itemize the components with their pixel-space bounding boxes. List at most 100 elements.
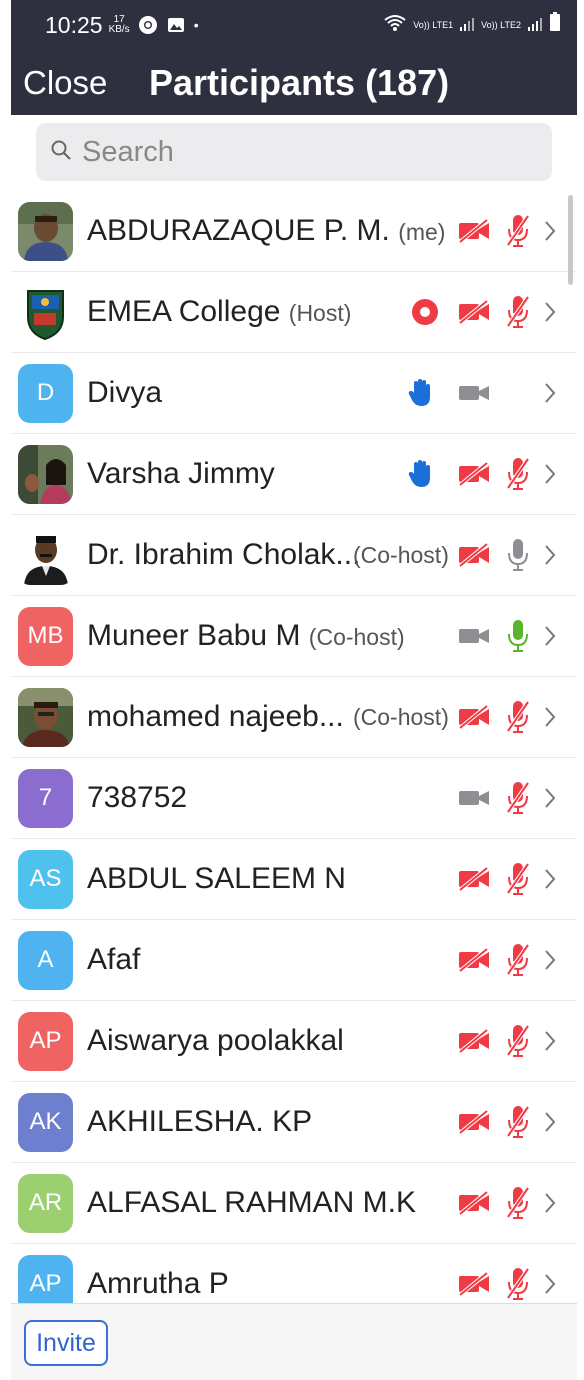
chevron-right-icon	[543, 1192, 557, 1214]
participant-name-text: Dr. Ibrahim Cholak...	[87, 538, 361, 571]
chevron-right-icon	[543, 1273, 557, 1295]
footer: Invite	[11, 1303, 577, 1380]
photo-avatar	[18, 525, 73, 585]
network-speed: 17 KB/s	[108, 14, 130, 35]
mic-muted-icon	[505, 294, 531, 330]
clock: 10:25	[45, 11, 103, 38]
search-input[interactable]	[82, 135, 502, 169]
chevron-right-icon	[543, 382, 557, 404]
video-off-icon	[457, 867, 491, 891]
participant-name: ABDUL SALEEM N	[87, 862, 346, 896]
zoom-participants-screen: 10:25 17 KB/s • Vo)) LTE1 Vo)) LTE2 Clos…	[11, 0, 577, 1380]
initials-avatar: AK	[18, 1092, 73, 1152]
participant-name-text: EMEA College	[87, 295, 281, 328]
participant-row[interactable]: mohamed najeeb... (Co-host)	[11, 677, 577, 758]
participant-name-text: Amrutha P	[87, 1267, 229, 1300]
participant-role: (Host)	[288, 300, 352, 326]
initials-avatar: AR	[18, 1173, 73, 1233]
chrome-icon	[138, 15, 158, 35]
participant-name: Afaf	[87, 943, 140, 977]
battery-icon	[549, 12, 561, 38]
search-box[interactable]	[36, 123, 552, 181]
chevron-right-icon	[543, 220, 557, 242]
raised-hand-icon	[407, 459, 433, 489]
participant-name: Aiswarya poolakkal	[87, 1024, 344, 1058]
participant-name-text: Varsha Jimmy	[87, 457, 275, 490]
chevron-right-icon	[543, 706, 557, 728]
page-title: Participants (187)	[149, 62, 450, 103]
status-bar: 10:25 17 KB/s • Vo)) LTE1 Vo)) LTE2	[11, 0, 577, 50]
participant-name-text: ABDUL SALEEM N	[87, 862, 346, 895]
scrollbar[interactable]	[568, 195, 573, 285]
video-off-icon	[457, 1029, 491, 1053]
search-icon	[50, 139, 72, 166]
video-off-icon	[457, 1191, 491, 1215]
participant-row[interactable]: Varsha Jimmy	[11, 434, 577, 515]
signal-icon	[459, 12, 475, 38]
photo-avatar	[18, 201, 73, 261]
participant-name-text: Aiswarya poolakkal	[87, 1024, 344, 1057]
photo-avatar	[18, 444, 73, 504]
participant-row[interactable]: AK AKHILESHA. KP	[11, 1082, 577, 1163]
participant-row[interactable]: AS ABDUL SALEEM N	[11, 839, 577, 920]
raised-hand-icon	[407, 378, 433, 408]
participant-name: AKHILESHA. KP	[87, 1105, 312, 1139]
sim1-label: Vo)) LTE1	[413, 19, 454, 30]
signal-icon	[527, 12, 543, 38]
initials-avatar: A	[18, 930, 73, 990]
initials-avatar: D	[18, 363, 73, 423]
participant-row[interactable]: EMEA College (Host)	[11, 272, 577, 353]
chevron-right-icon	[543, 949, 557, 971]
participant-row[interactable]: AR ALFASAL RAHMAN M.K	[11, 1163, 577, 1244]
participant-row[interactable]: A Afaf	[11, 920, 577, 1001]
video-off-icon	[457, 300, 491, 324]
gallery-icon	[166, 15, 186, 35]
participant-row[interactable]: D Divya	[11, 353, 577, 434]
participant-name: Varsha Jimmy	[87, 457, 275, 491]
header: Close Participants (187)	[11, 50, 577, 115]
video-off-icon	[457, 462, 491, 486]
participant-name: Amrutha P	[87, 1267, 229, 1301]
initials-avatar: MB	[18, 606, 73, 666]
chevron-right-icon	[543, 544, 557, 566]
mic-icon	[505, 537, 531, 573]
chevron-right-icon	[543, 868, 557, 890]
photo-avatar	[18, 687, 73, 747]
initials-avatar: 7	[18, 768, 73, 828]
participant-name: EMEA College (Host)	[87, 295, 351, 329]
mic-muted-icon	[505, 1185, 531, 1221]
participant-name-text: mohamed najeeb...	[87, 700, 344, 733]
status-right: Vo)) LTE1 Vo)) LTE2	[383, 12, 561, 38]
participant-name: Dr. Ibrahim Cholak...	[87, 538, 360, 572]
participant-name-text: Afaf	[87, 943, 141, 976]
participant-row[interactable]: Dr. Ibrahim Cholak... (Co-host)	[11, 515, 577, 596]
close-button[interactable]: Close	[23, 64, 107, 102]
participant-row[interactable]: AP Aiswarya poolakkal	[11, 1001, 577, 1082]
initials-avatar: AS	[18, 849, 73, 909]
participant-name-text: AKHILESHA. KP	[87, 1105, 313, 1138]
video-on-icon	[457, 786, 491, 810]
participant-name-text: Muneer Babu M	[87, 619, 301, 652]
mic-active-icon	[505, 618, 531, 654]
participant-name: Divya	[87, 376, 162, 410]
search-container	[11, 115, 577, 191]
mic-muted-icon	[505, 1104, 531, 1140]
video-off-icon	[457, 948, 491, 972]
mic-muted-icon	[505, 1023, 531, 1059]
participant-name: ALFASAL RAHMAN M.K	[87, 1186, 416, 1220]
mic-muted-icon	[505, 456, 531, 492]
sim2-label: Vo)) LTE2	[481, 19, 521, 30]
chevron-right-icon	[543, 301, 557, 323]
participant-row[interactable]: MB Muneer Babu M (Co-host)	[11, 596, 577, 677]
participant-role: (Co-host)	[353, 703, 449, 730]
video-on-icon	[457, 381, 491, 405]
participant-name-text: ALFASAL RAHMAN M.K	[87, 1186, 416, 1219]
invite-button[interactable]: Invite	[24, 1320, 108, 1366]
participant-role: (me)	[398, 219, 446, 245]
video-off-icon	[457, 1272, 491, 1296]
video-on-icon	[457, 624, 491, 648]
participant-row[interactable]: ABDURAZAQUE P. M. (me)	[11, 191, 577, 272]
participant-row[interactable]: 7 738752	[11, 758, 577, 839]
recording-icon	[411, 298, 439, 326]
chevron-right-icon	[543, 1111, 557, 1133]
